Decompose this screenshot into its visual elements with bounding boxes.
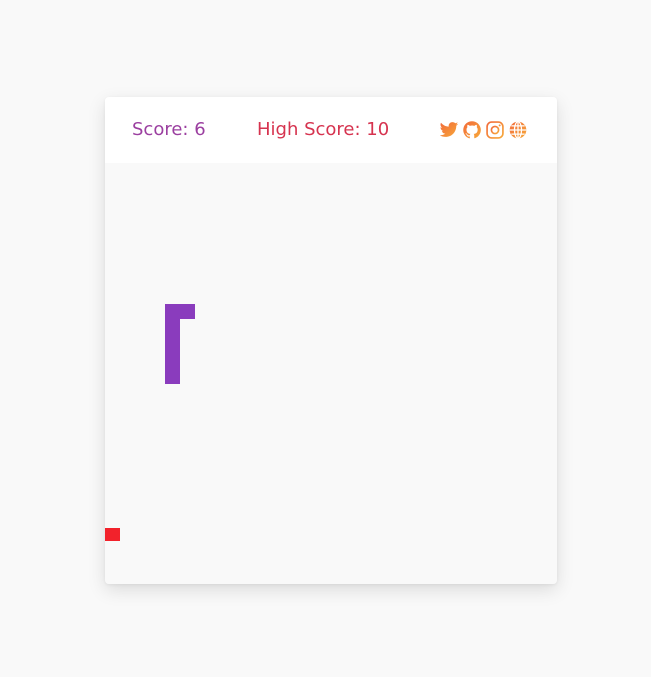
globe-icon[interactable] — [508, 120, 528, 140]
score-header: Score: 6 High Score: 10 — [105, 97, 557, 163]
instagram-icon[interactable] — [485, 120, 505, 140]
snake-body-horizontal — [165, 304, 195, 319]
score-label: Score: 6 — [132, 119, 206, 140]
twitter-icon[interactable] — [439, 120, 459, 140]
game-board[interactable] — [105, 163, 557, 584]
github-icon[interactable] — [462, 120, 482, 140]
social-links — [439, 120, 528, 140]
game-card: Score: 6 High Score: 10 — [105, 97, 557, 584]
high-score-label: High Score: 10 — [257, 119, 390, 140]
food-pellet — [105, 528, 120, 541]
